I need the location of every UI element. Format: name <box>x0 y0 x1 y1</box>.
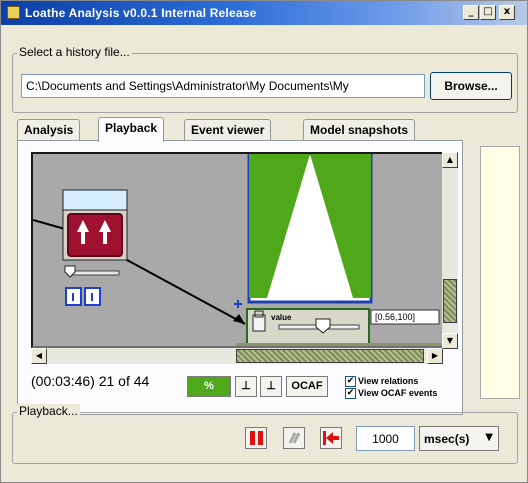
tab-analysis[interactable]: Analysis <box>17 119 81 140</box>
blue-plus-marker <box>234 300 242 308</box>
window-title: Loathe Analysis v0.0.1 Internal Release <box>25 6 257 20</box>
node-b-range-label: [0.56,100] <box>375 312 415 322</box>
main-window: Loathe Analysis v0.0.1 Internal Release … <box>0 0 528 483</box>
model-canvas[interactable]: value [0.56,100] <box>31 152 446 348</box>
rewind-icon <box>323 431 339 445</box>
scroll-down-icon[interactable]: ▼ <box>442 333 458 349</box>
play-button[interactable] <box>283 427 305 449</box>
close-button[interactable]: x <box>499 5 515 20</box>
interval-input[interactable]: 1000 <box>356 426 415 451</box>
connector-arrowhead <box>233 314 245 324</box>
percent-button[interactable]: % <box>187 376 231 397</box>
horizontal-scroll-thumb[interactable] <box>236 349 424 363</box>
app-icon <box>7 6 20 19</box>
scroll-left-icon[interactable]: ◀ <box>31 348 47 364</box>
vertical-scroll-thumb[interactable] <box>443 279 457 323</box>
ocaf-button[interactable]: OCAF <box>286 376 328 397</box>
pause-icon <box>250 431 263 445</box>
scroll-right-icon[interactable]: ▶ <box>427 348 443 364</box>
maximize-button[interactable]: □ <box>480 5 496 20</box>
title-bar[interactable]: Loathe Analysis v0.0.1 Internal Release … <box>1 1 527 25</box>
view-ocaf-events-checkbox[interactable]: ✔ <box>345 388 356 399</box>
percent-label: % <box>204 380 214 392</box>
chevron-down-icon: ▼ <box>485 432 493 443</box>
step-forward-button[interactable]: ⊥ <box>260 376 282 397</box>
scroll-up-icon[interactable]: ▲ <box>442 152 458 168</box>
up-arrows-icon <box>67 213 123 257</box>
node-b-value-label: value <box>271 313 292 322</box>
browse-button[interactable]: Browse... <box>430 72 512 100</box>
interval-unit-select[interactable]: msec(s) ▼ <box>419 426 499 451</box>
node-a-slider-track <box>70 270 120 276</box>
minimize-button[interactable]: _ <box>463 5 479 20</box>
history-path-field[interactable]: C:\Documents and Settings\Administrator\… <box>21 74 425 98</box>
view-relations-checkbox[interactable]: ✔ <box>345 376 356 387</box>
canvas-horizontal-scrollbar[interactable]: ◀ ▶ <box>31 348 443 364</box>
tab-model-snapshots[interactable]: Model snapshots <box>303 119 416 140</box>
tab-playback[interactable]: Playback <box>98 117 165 142</box>
connector-line <box>33 219 66 230</box>
node-a-header <box>62 189 128 211</box>
playback-status-text: (00:03:46) 21 of 44 <box>31 373 150 389</box>
canvas-vertical-scrollbar[interactable]: ▲ ▼ <box>442 152 458 349</box>
side-info-panel <box>480 146 520 399</box>
playback-group-label: Playback... <box>17 404 80 418</box>
interval-unit-label: msec(s) <box>424 432 470 446</box>
step-back-button[interactable]: ⊥ <box>235 376 257 397</box>
tab-event-viewer[interactable]: Event viewer <box>184 119 272 140</box>
view-ocaf-events-label: View OCAF events <box>358 388 438 398</box>
pause-button[interactable] <box>245 427 267 449</box>
view-relations-label: View relations <box>358 376 419 386</box>
play-icon <box>288 432 301 444</box>
canvas-graphics: value [0.56,100] <box>33 154 444 346</box>
history-file-group-label: Select a history file... <box>17 45 132 59</box>
rewind-button[interactable] <box>320 427 342 449</box>
